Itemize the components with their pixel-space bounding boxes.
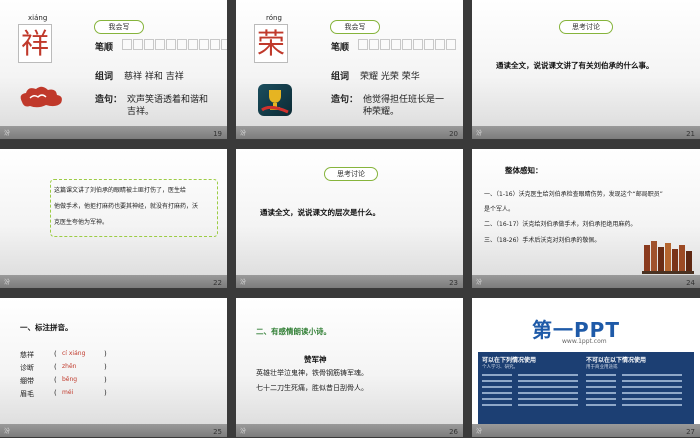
footer-bar — [0, 424, 227, 437]
word-label: 组词 — [95, 72, 114, 82]
pinyin-word: 眉毛 — [20, 390, 34, 398]
footer-text: 汾 — [4, 279, 11, 286]
write-pill: 我会写 — [94, 20, 144, 34]
footer-text: 汾 — [476, 428, 483, 435]
trophy-icon — [261, 90, 289, 114]
point-3: 三、（18-26）手术后沃克对刘伯承的敬佩。 — [484, 237, 601, 244]
slide-number: 22 — [213, 279, 222, 287]
footer-bar — [236, 275, 463, 288]
pinyin-word: 慈祥 — [20, 351, 34, 359]
poem-line2: 七十二刀生死痛，胜似昔日刮骨人。 — [256, 384, 368, 392]
pinyin-word: 诊断 — [20, 364, 34, 372]
slide-number: 26 — [449, 428, 458, 436]
paren-close: ) — [104, 389, 107, 397]
slide-22-thumbnail[interactable]: 这篇课文讲了刘伯承的眼睛被土匪打伤了，医生给 他做手术，他拒打麻药也要其神经，就… — [0, 149, 227, 288]
paren-open: ( — [54, 363, 57, 371]
paren-open: ( — [54, 389, 57, 397]
info-panel: 可以在下列情况使用 不可以在以下情况使用 个人学习、研究。 用于商业用途或 — [478, 352, 694, 424]
footer-text: 汾 — [240, 428, 247, 435]
pinyin-answer: cí xiáng — [62, 350, 86, 357]
slide-25-thumbnail[interactable]: 一、标注拼音。 慈祥 cí xiáng () 诊断 zhěn () 绷带 bēng () 眉毛 mé… — [0, 298, 227, 437]
section-title: 整体感知： — [505, 166, 543, 175]
summary-box: 这篇课文讲了刘伯承的眼睛被土匪打伤了，医生给 他做手术，他拒打麻药也要其神经，就… — [50, 179, 218, 237]
write-pill: 我会写 — [330, 20, 380, 34]
books-icon — [642, 241, 694, 274]
right-sub: 用于商业用途或 — [586, 365, 618, 370]
stroke-order-label: 笔顺 — [95, 43, 114, 53]
character-box: 祥 — [18, 24, 52, 63]
slide-19-thumbnail[interactable]: xiáng 祥 我会写 笔顺 组词 慈祥 祥和 吉祥 造句： 欢声笑语透着和谐和… — [0, 0, 227, 139]
stroke-order-grid — [122, 39, 227, 50]
footer-text: 汾 — [4, 130, 11, 137]
slide-number: 19 — [213, 130, 222, 138]
sentence-line2: 吉祥。 — [127, 107, 155, 117]
paren-open: ( — [54, 376, 57, 384]
logo-url: www.1ppt.com — [562, 338, 607, 345]
summary-line3: 克医生夸他为军神。 — [54, 219, 109, 226]
sentence-label: 造句： — [95, 95, 123, 105]
right-heading: 不可以在以下情况使用 — [586, 357, 647, 364]
paren-close: ) — [104, 350, 107, 358]
slide-number: 21 — [686, 130, 695, 138]
summary-line2: 他做手术，他拒打麻药也要其神经，就没有打麻药，沃 — [54, 203, 199, 210]
stroke-order-label: 笔顺 — [331, 43, 350, 53]
question-text: 通读全文，说说课文讲了有关刘伯承的什么事。 — [496, 61, 654, 70]
slide-number: 27 — [686, 428, 695, 436]
exercise-title: 二、有感情朗读小诗。 — [256, 327, 331, 336]
pinyin: xiáng — [28, 14, 48, 22]
footer-text: 汾 — [476, 130, 483, 137]
footer-bar — [236, 126, 463, 139]
footer-text: 汾 — [4, 428, 11, 435]
footer-text: 汾 — [476, 279, 483, 286]
slide-number: 20 — [449, 130, 458, 138]
sentence-label: 造句： — [331, 95, 359, 105]
slide-27-thumbnail[interactable]: 第一PPT www.1ppt.com 可以在下列情况使用 不可以在以下情况使用 … — [472, 298, 700, 437]
slide-23-thumbnail[interactable]: 思考讨论 通读全文，说说课文的层次是什么。 汾 23 — [236, 149, 463, 288]
footer-text: 汾 — [240, 279, 247, 286]
question-text: 通读全文，说说课文的层次是什么。 — [260, 208, 380, 217]
paren-close: ) — [104, 376, 107, 384]
left-heading: 可以在下列情况使用 — [482, 357, 537, 364]
slide-21-thumbnail[interactable]: 思考讨论 通读全文，说说课文讲了有关刘伯承的什么事。 汾 21 — [472, 0, 700, 139]
poem-line1: 英雄壮举泣鬼神，铁骨钢筋铸军魂。 — [256, 369, 368, 377]
discussion-pill: 思考讨论 — [324, 167, 378, 181]
pinyin-answer: zhěn — [62, 363, 77, 370]
word-label: 组词 — [331, 72, 350, 82]
trophy-image — [258, 84, 292, 116]
slide-20-thumbnail[interactable]: róng 荣 我会写 笔顺 组词 荣耀 光荣 荣华 造句： 他觉得担任班长是一 … — [236, 0, 463, 139]
footer-bar — [472, 424, 700, 437]
paren-open: ( — [54, 350, 57, 358]
stroke-order-grid — [358, 39, 457, 50]
pinyin-answer: bēng — [62, 376, 78, 383]
character-box: 荣 — [254, 24, 288, 63]
slide-number: 23 — [449, 279, 458, 287]
footer-bar — [472, 126, 700, 139]
slide-24-thumbnail[interactable]: 整体感知： 一、（1-16）沃克医生给刘伯承检查眼睛伤势，发现这个“邮局职员” … — [472, 149, 700, 288]
slide-number: 24 — [686, 279, 695, 287]
words: 慈祥 祥和 吉祥 — [124, 72, 184, 82]
pinyin-word: 绷带 — [20, 377, 34, 385]
sentence-line2: 种荣耀。 — [363, 107, 400, 117]
poem-title: 赞军神 — [304, 355, 327, 364]
footer-text: 汾 — [240, 130, 247, 137]
pinyin: róng — [266, 14, 282, 22]
exercise-title: 一、标注拼音。 — [20, 323, 73, 332]
paren-close: ) — [104, 363, 107, 371]
slide-26-thumbnail[interactable]: 二、有感情朗读小诗。 赞军神 英雄壮举泣鬼神，铁骨钢筋铸军魂。 七十二刀生死痛，… — [236, 298, 463, 437]
summary-line1: 这篇课文讲了刘伯承的眼睛被土匪打伤了，医生给 — [54, 187, 187, 194]
point-2: 二、（16-17）沃克给刘伯承做手术，刘伯承拒绝用麻药。 — [484, 221, 637, 228]
left-sub: 个人学习、研究。 — [482, 365, 518, 370]
words: 荣耀 光荣 荣华 — [360, 72, 420, 82]
link-list-graphic — [482, 374, 682, 406]
cloud-icon — [20, 86, 62, 108]
point-1b: 是个军人。 — [484, 206, 515, 213]
footer-bar — [0, 275, 227, 288]
discussion-pill: 思考讨论 — [559, 20, 613, 34]
point-1a: 一、（1-16）沃克医生给刘伯承检查眼睛伤势，发现这个“邮局职员” — [484, 191, 663, 198]
footer-bar — [236, 424, 463, 437]
slide-number: 25 — [213, 428, 222, 436]
footer-bar — [0, 126, 227, 139]
pinyin-answer: méi — [62, 389, 74, 396]
footer-bar — [472, 275, 700, 288]
